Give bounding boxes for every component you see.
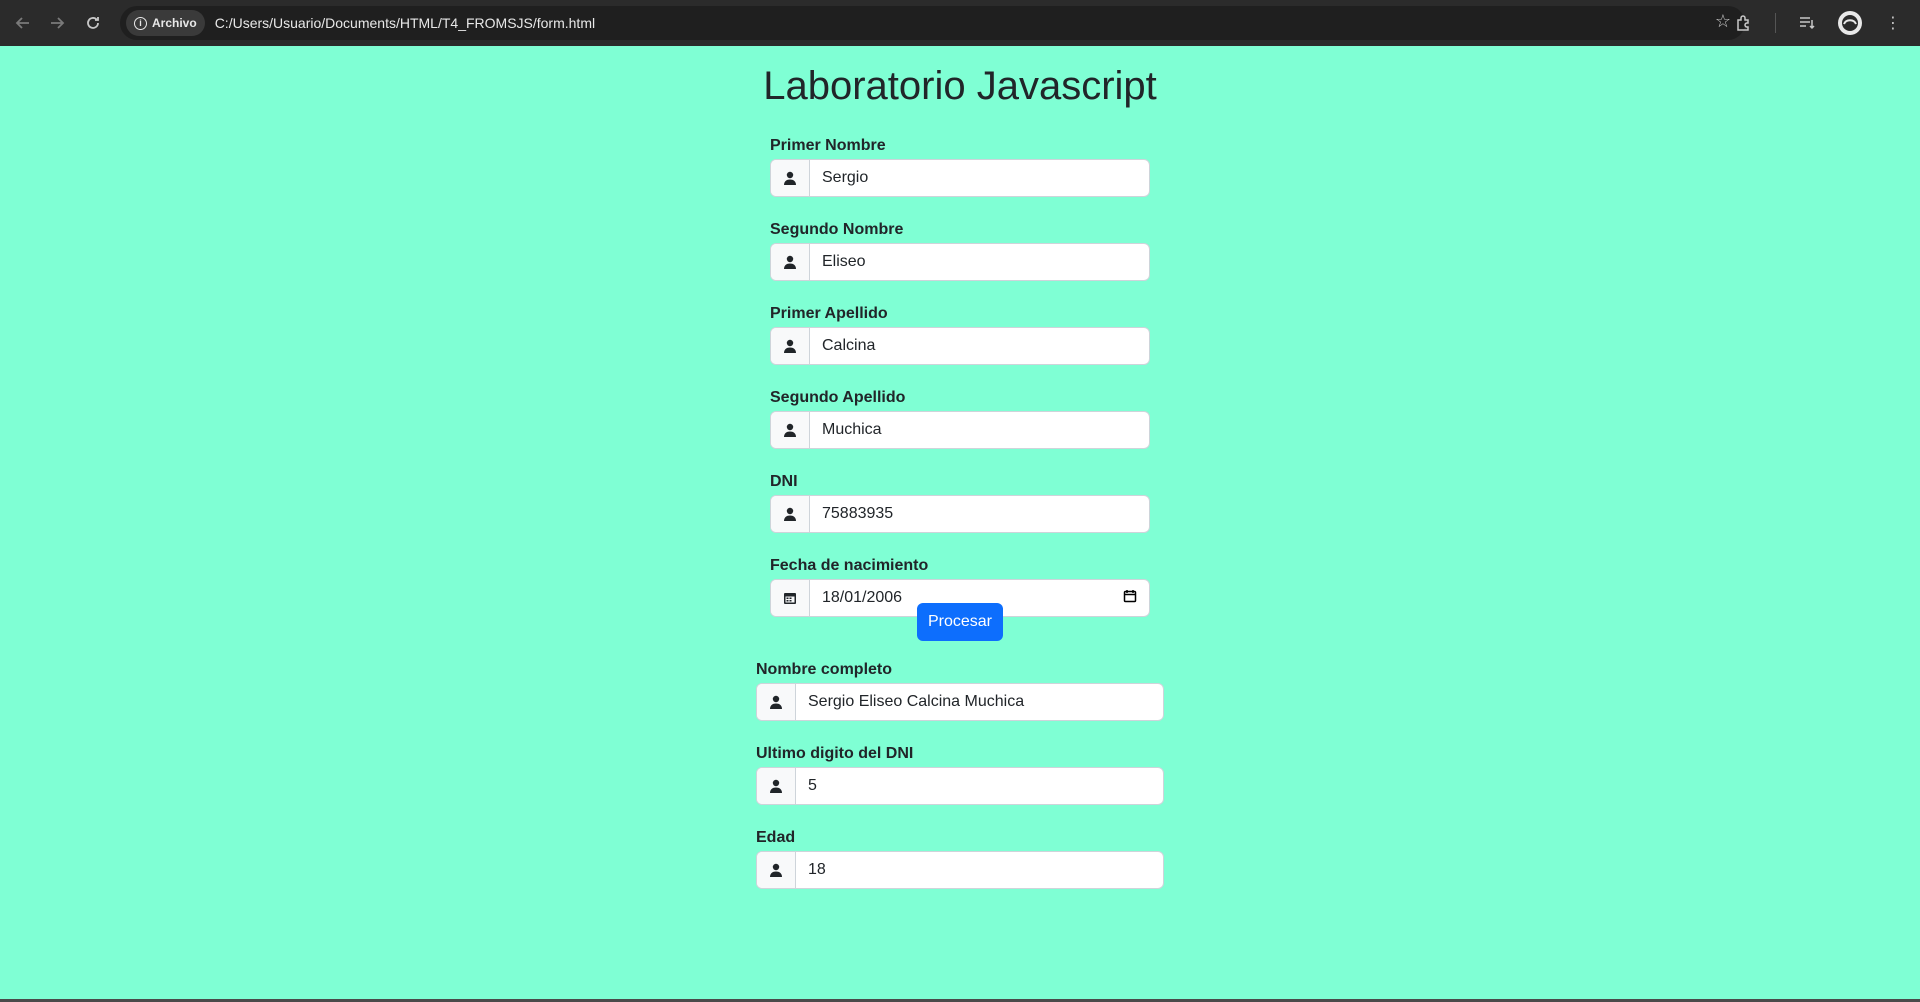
- field-label: Ultimo digito del DNI: [756, 745, 914, 762]
- person-icon: [771, 244, 810, 280]
- field-label: Nombre completo: [756, 661, 893, 678]
- input-group: 18: [756, 851, 1164, 889]
- procesar-button[interactable]: Procesar: [917, 603, 1003, 641]
- field-primer-apellido: Primer Apellido Calcina: [770, 305, 1150, 365]
- back-arrow-icon[interactable]: [8, 8, 38, 38]
- site-info-chip[interactable]: i Archivo: [126, 10, 205, 36]
- person-icon: [757, 768, 796, 804]
- field-label: Primer Nombre: [770, 137, 886, 154]
- date-picker-icon[interactable]: [1123, 589, 1137, 608]
- url-text: C:/Users/Usuario/Documents/HTML/T4_FROMS…: [214, 15, 596, 31]
- field-label: Edad: [756, 829, 796, 846]
- primer-nombre-input[interactable]: Sergio: [810, 160, 1149, 196]
- chip-label: Archivo: [152, 16, 197, 30]
- calendar-icon: [771, 580, 810, 616]
- field-segundo-nombre: Segundo Nombre Eliseo: [770, 221, 1150, 281]
- field-label: Primer Apellido: [770, 305, 888, 322]
- input-group: 75883935: [770, 495, 1150, 533]
- reload-icon[interactable]: [78, 8, 108, 38]
- field-label: Fecha de nacimiento: [770, 557, 929, 574]
- field-ultimo-digito: Ultimo digito del DNI 5: [756, 745, 1164, 805]
- results-section: Nombre completo Sergio Eliseo Calcina Mu…: [756, 661, 1164, 913]
- input-group: Sergio Eliseo Calcina Muchica: [756, 683, 1164, 721]
- input-form: Primer Nombre Sergio Segundo Nombre Elis…: [770, 137, 1150, 641]
- field-label: DNI: [770, 473, 798, 490]
- input-group: Calcina: [770, 327, 1150, 365]
- ultimo-digito-output[interactable]: 5: [796, 768, 1163, 804]
- field-nombre-completo: Nombre completo Sergio Eliseo Calcina Mu…: [756, 661, 1164, 721]
- input-group: Eliseo: [770, 243, 1150, 281]
- person-icon: [757, 684, 796, 720]
- profile-avatar-icon[interactable]: [1838, 11, 1862, 35]
- person-icon: [771, 328, 810, 364]
- browser-toolbar: i Archivo C:/Users/Usuario/Documents/HTM…: [0, 0, 1920, 46]
- field-segundo-apellido: Segundo Apellido Muchica: [770, 389, 1150, 449]
- nombre-completo-output[interactable]: Sergio Eliseo Calcina Muchica: [796, 684, 1163, 720]
- reading-list-icon[interactable]: [1792, 8, 1822, 38]
- extensions-icon[interactable]: [1729, 8, 1759, 38]
- address-bar[interactable]: i Archivo C:/Users/Usuario/Documents/HTM…: [120, 6, 1745, 40]
- person-icon: [771, 412, 810, 448]
- segundo-apellido-input[interactable]: Muchica: [810, 412, 1149, 448]
- input-group: Muchica: [770, 411, 1150, 449]
- dni-input[interactable]: 75883935: [810, 496, 1149, 532]
- person-icon: [771, 496, 810, 532]
- field-label: Segundo Nombre: [770, 221, 904, 238]
- field-edad: Edad 18: [756, 829, 1164, 889]
- primer-apellido-input[interactable]: Calcina: [810, 328, 1149, 364]
- page-title: Laboratorio Javascript: [763, 64, 1157, 108]
- info-icon: i: [134, 16, 147, 30]
- field-label: Segundo Apellido: [770, 389, 906, 406]
- menu-kebab-icon[interactable]: ⋮: [1878, 8, 1908, 38]
- toolbar-separator: [1775, 13, 1776, 33]
- segundo-nombre-input[interactable]: Eliseo: [810, 244, 1149, 280]
- date-value: 18/01/2006: [822, 589, 903, 606]
- person-icon: [771, 160, 810, 196]
- field-dni: DNI 75883935: [770, 473, 1150, 533]
- person-icon: [757, 852, 796, 888]
- input-group: Sergio: [770, 159, 1150, 197]
- field-primer-nombre: Primer Nombre Sergio: [770, 137, 1150, 197]
- edad-output[interactable]: 18: [796, 852, 1163, 888]
- forward-arrow-icon[interactable]: [42, 8, 72, 38]
- input-group: 5: [756, 767, 1164, 805]
